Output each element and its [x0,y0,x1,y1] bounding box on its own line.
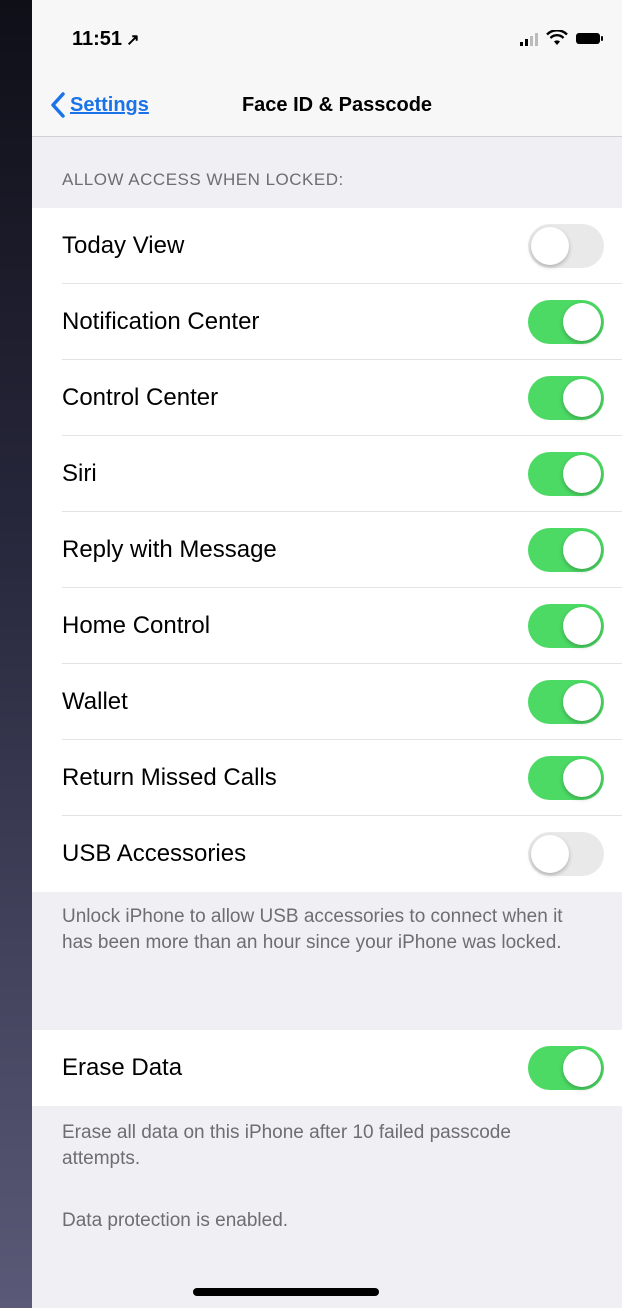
toggle-row: Return Missed Calls [32,740,622,816]
battery-icon [576,33,603,44]
toggle-label: Siri [62,460,97,487]
section-header: ALLOW ACCESS WHEN LOCKED: [62,170,344,189]
erase-footer-text: Erase all data on this iPhone after 10 f… [62,1122,511,1169]
toggle-label: USB Accessories [62,840,247,867]
navigation-bar: Settings Face ID & Passcode [32,80,622,137]
toggle-row: Notification Center [32,284,622,360]
toggle-switch[interactable] [528,528,604,572]
page-title: Face ID & Passcode [241,94,433,116]
toggle-knob [563,1049,601,1087]
toggle-knob [563,759,601,797]
toggle-knob [531,835,569,873]
toggle-switch[interactable] [528,300,604,344]
toggle-switch[interactable] [528,604,604,648]
toggle-label: Control Center [62,384,219,411]
toggle-switch[interactable] [528,756,604,800]
status-icons [520,30,603,46]
toggle-switch[interactable] [528,376,604,420]
time-label: 11:51 [72,28,123,50]
toggle-knob [563,455,601,493]
toggle-switch[interactable] [528,832,604,876]
toggle-label: Return Missed Calls [62,764,277,791]
settings-screen: 11:51 ↗ Settings Face ID & Passcode ALLOW… [32,0,622,1308]
status-time: 11:51 ↗ [72,28,139,51]
toggle-knob [563,531,601,569]
toggle-row: Control Center [32,360,622,436]
erase-data-group: Erase Data [32,1030,622,1106]
erase-data-label: Erase Data [62,1054,183,1081]
data-protection-text: Data protection is enabled. [62,1210,289,1231]
allow-access-list: Today View Notification Center Control Cen… [32,208,622,892]
toggle-knob [563,379,601,417]
erase-data-row: Erase Data [32,1030,622,1106]
toggle-row: USB Accessories [32,816,622,892]
toggle-row: Reply with Message [32,512,622,588]
toggle-row: Siri [32,436,622,512]
toggle-switch[interactable] [528,680,604,724]
toggle-row: Home Control [32,588,622,664]
usb-footer-text: Unlock iPhone to allow USB accessories t… [62,906,563,953]
toggle-knob [563,683,601,721]
toggle-label: Notification Center [62,308,260,335]
wifi-icon [546,30,568,45]
status-bar: 11:51 ↗ [32,0,622,80]
toggle-label: Today View [62,232,185,259]
toggle-label: Wallet [62,688,128,715]
toggle-switch[interactable] [528,452,604,496]
toggle-label: Home Control [62,612,211,639]
toggle-knob [531,227,569,265]
toggle-knob [563,303,601,341]
home-indicator[interactable] [193,1288,379,1296]
toggle-knob [563,607,601,645]
toggle-row: Today View [32,208,622,284]
toggle-label: Reply with Message [62,536,277,563]
erase-data-toggle[interactable] [528,1046,604,1090]
toggle-row: Wallet [32,664,622,740]
cellular-signal-icon [520,30,538,46]
location-arrow-icon: ↗ [126,32,140,49]
toggle-switch[interactable] [528,224,604,268]
